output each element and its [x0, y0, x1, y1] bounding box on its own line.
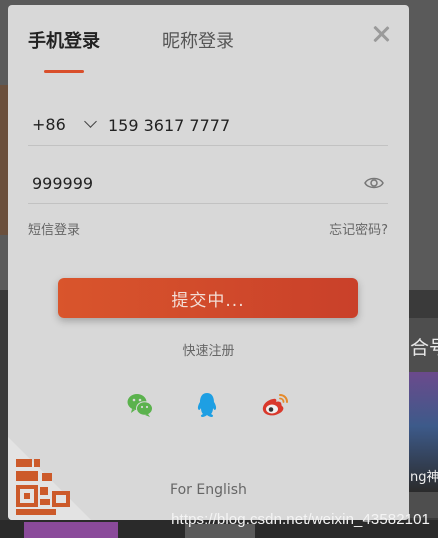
password-row — [28, 163, 388, 204]
password-input[interactable] — [32, 168, 352, 198]
qq-icon[interactable] — [193, 391, 221, 419]
tab-phone-login[interactable]: 手机登录 — [28, 27, 100, 53]
quick-register-link[interactable]: 快速注册 — [8, 340, 409, 359]
background-right-text: 合号 — [410, 337, 438, 359]
chevron-down-icon[interactable] — [84, 115, 97, 128]
wechat-icon[interactable] — [126, 391, 154, 419]
phone-input[interactable] — [108, 110, 378, 140]
background-right-caption: ng神魔 — [410, 470, 438, 485]
country-code[interactable]: +86 — [32, 115, 66, 134]
forgot-password-link[interactable]: 忘记密码? — [329, 219, 388, 238]
close-icon[interactable] — [370, 23, 392, 45]
active-tab-indicator — [44, 70, 84, 73]
background-bottom-thumbnail[interactable] — [24, 522, 118, 538]
tab-nickname-login[interactable]: 昵称登录 — [162, 27, 234, 53]
weibo-icon[interactable] — [261, 391, 289, 419]
phone-row: +86 — [28, 105, 388, 146]
eye-icon[interactable] — [364, 175, 384, 191]
login-modal: 手机登录 昵称登录 +86 短信登录 忘记密码? 提交中... 快速注册 — [8, 5, 409, 520]
sms-login-link[interactable]: 短信登录 — [28, 219, 80, 238]
submit-button[interactable]: 提交中... — [58, 278, 358, 318]
watermark-url: https://blog.csdn.net/weixin_43582101 — [171, 511, 430, 528]
qr-code-corner-icon[interactable] — [8, 437, 91, 520]
